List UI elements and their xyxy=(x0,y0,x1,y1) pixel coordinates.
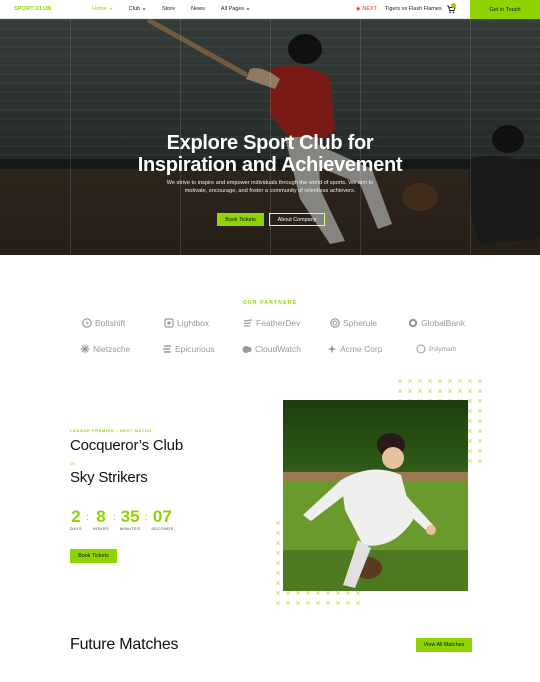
partner-name: Nietzsche xyxy=(93,344,131,354)
x-mark: × xyxy=(315,598,321,608)
countdown-label: HOURS xyxy=(92,527,110,531)
x-mark: × xyxy=(345,598,351,608)
partner-name: Spherule xyxy=(343,318,378,328)
ticker-match: Tigers vs Flash Flames xyxy=(385,6,442,12)
countdown-days: 2 DAYS xyxy=(70,507,83,532)
partner-logo-lightbox[interactable]: Lightbox xyxy=(164,318,209,328)
x-mark: × xyxy=(305,598,311,608)
partner-name: GlobalBank xyxy=(421,318,465,328)
partner-name: CloudWatch xyxy=(255,344,301,354)
hero-section: Explore Sport Club for Inspiration and A… xyxy=(0,19,540,255)
partner-logo-polymath[interactable]: Polymath xyxy=(416,344,456,354)
partner-logo-spherule[interactable]: Spherule xyxy=(330,318,377,328)
ticker-label: NEXT xyxy=(362,6,378,12)
x-mark: × xyxy=(477,456,483,466)
menu-item-club[interactable]: Club xyxy=(129,6,146,12)
featherdev-icon xyxy=(243,319,253,327)
view-all-matches-button[interactable]: View All Matches xyxy=(416,638,472,652)
countdown-value: 2 xyxy=(71,507,81,526)
top-navbar: SPORT CLUB Home Club Store News All Page… xyxy=(0,0,540,19)
partners-label: OUR PARTNERS xyxy=(242,300,298,306)
countdown-minutes: 35 MINUTES xyxy=(119,507,141,532)
live-dot-icon: ◉ xyxy=(356,6,361,12)
hero-subtitle: We strive to inspire and empower individ… xyxy=(160,179,380,195)
countdown-value: 07 xyxy=(152,507,172,526)
hero-subtitle-line: We strive to inspire and empower individ… xyxy=(166,180,374,186)
menu-item-label: Home xyxy=(92,6,107,12)
boltshift-icon xyxy=(82,318,92,328)
countdown-hours: 8 HOURS xyxy=(92,507,110,532)
chevron-down-icon xyxy=(109,7,113,11)
partner-name: Epicurious xyxy=(175,344,215,354)
cart-button[interactable] xyxy=(446,3,456,14)
pitcher-image xyxy=(283,433,468,591)
match-kicker: LEAGUE PREMIER • NEXT MATCH xyxy=(70,428,152,433)
match-countdown: 2 DAYS : 8 HOURS : 35 MINUTES : 07 SECON… xyxy=(70,507,174,532)
partner-logo-epicurious[interactable]: Epicurious xyxy=(162,344,215,354)
countdown-label: SECONDS xyxy=(151,527,174,531)
home-team-name: Cocqueror’s Club xyxy=(70,437,183,454)
menu-item-label: All Pages xyxy=(220,6,245,12)
nietzsche-icon xyxy=(80,344,90,354)
x-mark: × xyxy=(275,598,281,608)
countdown-label: MINUTES xyxy=(119,527,141,531)
versus-label: VS xyxy=(70,461,76,466)
countdown-value: 8 xyxy=(96,507,106,526)
spherule-icon xyxy=(330,318,340,328)
main-menu: Home Club Store News All Pages xyxy=(92,6,266,12)
partner-name: Polymath xyxy=(429,345,457,353)
partner-name: Acme Corp xyxy=(340,344,383,354)
menu-item-store[interactable]: Store xyxy=(162,6,175,12)
hero-title-line: Explore Sport Club for xyxy=(166,132,374,154)
epicurious-icon xyxy=(163,345,171,353)
partner-logo-globalbank[interactable]: GlobalBank xyxy=(408,318,465,328)
x-mark: × xyxy=(325,598,331,608)
partner-logo-boltshift[interactable]: Boltshift xyxy=(82,318,125,328)
partner-name: Lightbox xyxy=(177,318,210,328)
lightbox-icon xyxy=(164,318,174,328)
countdown-seconds: 07 SECONDS xyxy=(151,507,174,532)
match-book-tickets-button[interactable]: Book Tickets xyxy=(70,549,117,563)
countdown-separator: : xyxy=(86,512,89,523)
polymath-icon xyxy=(416,344,426,354)
hero-subtitle-line: motivate, encourage, and foster a commun… xyxy=(184,188,356,194)
about-company-button[interactable]: About Company xyxy=(269,213,325,226)
partner-name: FeatherDev xyxy=(256,318,301,328)
acme-corp-icon xyxy=(327,344,337,354)
menu-item-all-pages[interactable]: All Pages xyxy=(221,6,250,12)
x-mark: × xyxy=(295,598,301,608)
next-match-ticker[interactable]: ◉ NEXT Tigers vs Flash Flames xyxy=(356,6,442,12)
menu-item-label: Store xyxy=(161,6,176,12)
chevron-down-icon xyxy=(142,7,146,11)
partner-logo-cloudwatch[interactable]: CloudWatch xyxy=(242,344,301,354)
hero-title-line: Inspiration and Achievement xyxy=(137,154,403,176)
globalbank-icon xyxy=(408,318,418,328)
hero-book-tickets-button[interactable]: Book Tickets xyxy=(217,213,264,226)
countdown-label: DAYS xyxy=(70,527,83,531)
cloudwatch-icon xyxy=(242,346,252,353)
menu-item-label: News xyxy=(191,6,205,12)
x-mark: × xyxy=(285,598,291,608)
pitcher-photo xyxy=(283,400,468,591)
x-mark: × xyxy=(355,598,361,608)
partner-logo-featherdev[interactable]: FeatherDev xyxy=(243,318,300,328)
x-mark: × xyxy=(335,598,341,608)
chevron-down-icon xyxy=(246,7,250,11)
countdown-separator: : xyxy=(113,512,116,523)
page: SPORT CLUB Home Club Store News All Page… xyxy=(0,0,540,682)
cart-badge xyxy=(451,3,456,8)
site-logo[interactable]: SPORT CLUB xyxy=(14,6,51,12)
menu-item-home[interactable]: Home xyxy=(92,6,113,12)
hero-title: Explore Sport Club for Inspiration and A… xyxy=(0,132,540,176)
get-in-touch-button[interactable]: Get in Touch xyxy=(470,0,540,19)
partner-logo-nietzsche[interactable]: Nietzsche xyxy=(80,344,130,354)
menu-item-news[interactable]: News xyxy=(191,6,205,12)
countdown-separator: : xyxy=(144,512,148,523)
partner-logo-acme-corp[interactable]: Acme Corp xyxy=(327,344,383,354)
menu-item-label: Club xyxy=(128,6,140,12)
partner-name: Boltshift xyxy=(95,318,126,328)
away-team-name: Sky Strikers xyxy=(70,469,148,486)
future-matches-title: Future Matches xyxy=(70,636,179,653)
countdown-value: 35 xyxy=(120,507,140,526)
